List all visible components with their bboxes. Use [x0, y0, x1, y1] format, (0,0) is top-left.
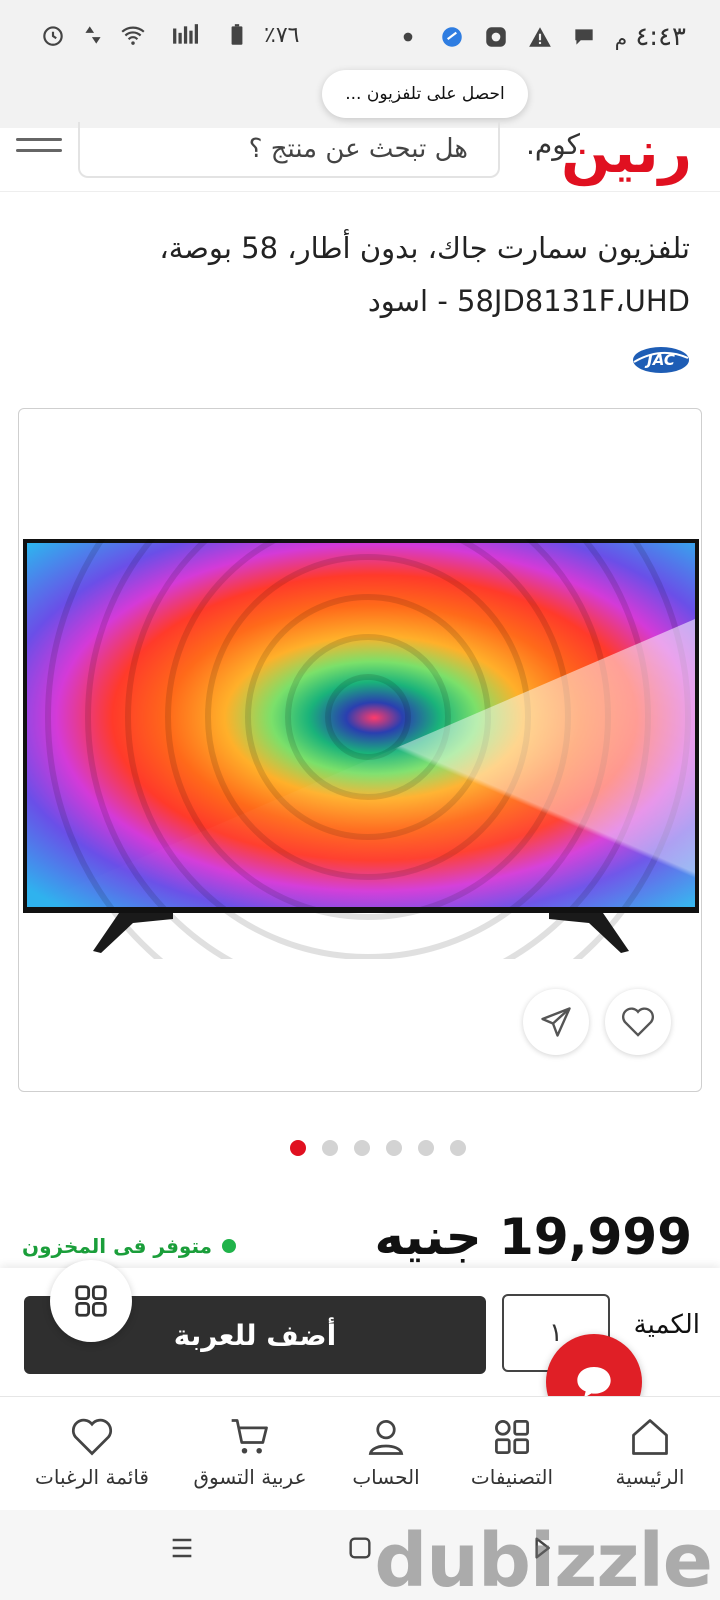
carousel-dot[interactable]	[354, 1140, 370, 1156]
wishlist-icon	[71, 1418, 113, 1456]
categories-icon	[495, 1420, 529, 1454]
nav-label-cart: عربية التسوق	[193, 1465, 307, 1489]
chat-bubble-icon	[575, 29, 593, 45]
stock-status: متوفر فى المخزون	[22, 1234, 237, 1258]
status-bar-right: ٤:٤٣ م	[395, 22, 686, 52]
nav-item-categories[interactable]: التصنيفات	[442, 1415, 582, 1489]
battery-icon	[231, 24, 243, 45]
menu-button[interactable]	[16, 130, 62, 166]
search-input[interactable]: هل تبحث عن منتج ؟	[78, 122, 500, 178]
nav-label-home: الرئيسية	[615, 1465, 685, 1489]
carousel-dot[interactable]	[290, 1140, 306, 1156]
more-dot-icon	[403, 32, 413, 42]
carousel-dot[interactable]	[450, 1140, 466, 1156]
product-title: تلفزيون سمارت جاك، بدون أطار، 58 بوصة، 5…	[30, 222, 690, 328]
wishlist-button[interactable]	[605, 989, 671, 1055]
quantity-label: الكمية	[633, 1310, 700, 1340]
alarm-icon	[43, 26, 63, 46]
brand-logo-icon[interactable]: JAC	[632, 340, 690, 376]
home-nav-icon[interactable]	[344, 1532, 376, 1564]
bottom-navigation: الرئيسية التصنيفات الحساب عربية التسوق ق…	[0, 1396, 720, 1508]
nav-label-wishlist: قائمة الرغبات	[35, 1465, 149, 1489]
status-bar: ٤:٤٣ م ٪٧٦ احصل على تلفزيون ...	[0, 0, 720, 128]
nav-item-home[interactable]: الرئيسية	[580, 1415, 720, 1489]
carousel-indicators	[290, 1140, 466, 1156]
share-button[interactable]	[523, 989, 589, 1055]
heart-icon	[622, 1007, 654, 1037]
carousel-dot[interactable]	[322, 1140, 338, 1156]
carousel-dot[interactable]	[418, 1140, 434, 1156]
apps-grid-button[interactable]	[50, 1260, 132, 1342]
watermark-text: dubizzle	[374, 1518, 713, 1600]
stock-status-text: متوفر فى المخزون	[22, 1234, 213, 1258]
product-title-line-1: تلفزيون سمارت جاك، بدون أطار، 58 بوصة،	[159, 231, 690, 265]
menu-icon-line	[16, 138, 62, 141]
product-image-gallery[interactable]	[18, 408, 702, 1092]
cart-icon	[231, 1419, 268, 1454]
app-notification-icon	[485, 27, 506, 47]
carousel-dot[interactable]	[386, 1140, 402, 1156]
data-arrows-icon	[85, 26, 101, 44]
signal-icon	[173, 24, 198, 44]
browser-notification-icon	[441, 27, 462, 47]
warning-icon	[528, 27, 551, 47]
menu-icon-line	[16, 149, 62, 152]
product-title-line-2: 58JD8131F،UHD - اسود	[367, 284, 690, 318]
nav-item-account[interactable]: الحساب	[316, 1415, 456, 1489]
account-icon	[368, 1420, 404, 1455]
home-icon	[632, 1419, 668, 1455]
nav-label-categories: التصنيفات	[470, 1465, 554, 1489]
product-image-tv[interactable]	[23, 539, 699, 959]
battery-percent: ٪٧٦	[264, 22, 300, 48]
grid-icon	[75, 1285, 107, 1317]
wifi-icon	[121, 26, 145, 45]
nav-label-account: الحساب	[352, 1465, 420, 1489]
nav-item-wishlist[interactable]: قائمة الرغبات	[22, 1415, 162, 1489]
status-bar-left: ٪٧٦	[40, 22, 299, 48]
nav-item-cart[interactable]: عربية التسوق	[180, 1415, 320, 1489]
clock: ٤:٤٣ م	[614, 22, 686, 52]
brand-name: JAC	[644, 351, 675, 369]
site-logo[interactable]: رنين	[561, 118, 692, 186]
notification-toast[interactable]: احصل على تلفزيون ...	[322, 70, 528, 118]
in-stock-indicator-icon	[222, 1239, 237, 1253]
site-header: هل تبحث عن منتج ؟ .كوم رنين	[0, 118, 720, 192]
product-price: 19,999 جنيه	[374, 1208, 692, 1266]
share-icon	[541, 1007, 571, 1037]
recent-apps-icon[interactable]	[166, 1532, 198, 1564]
